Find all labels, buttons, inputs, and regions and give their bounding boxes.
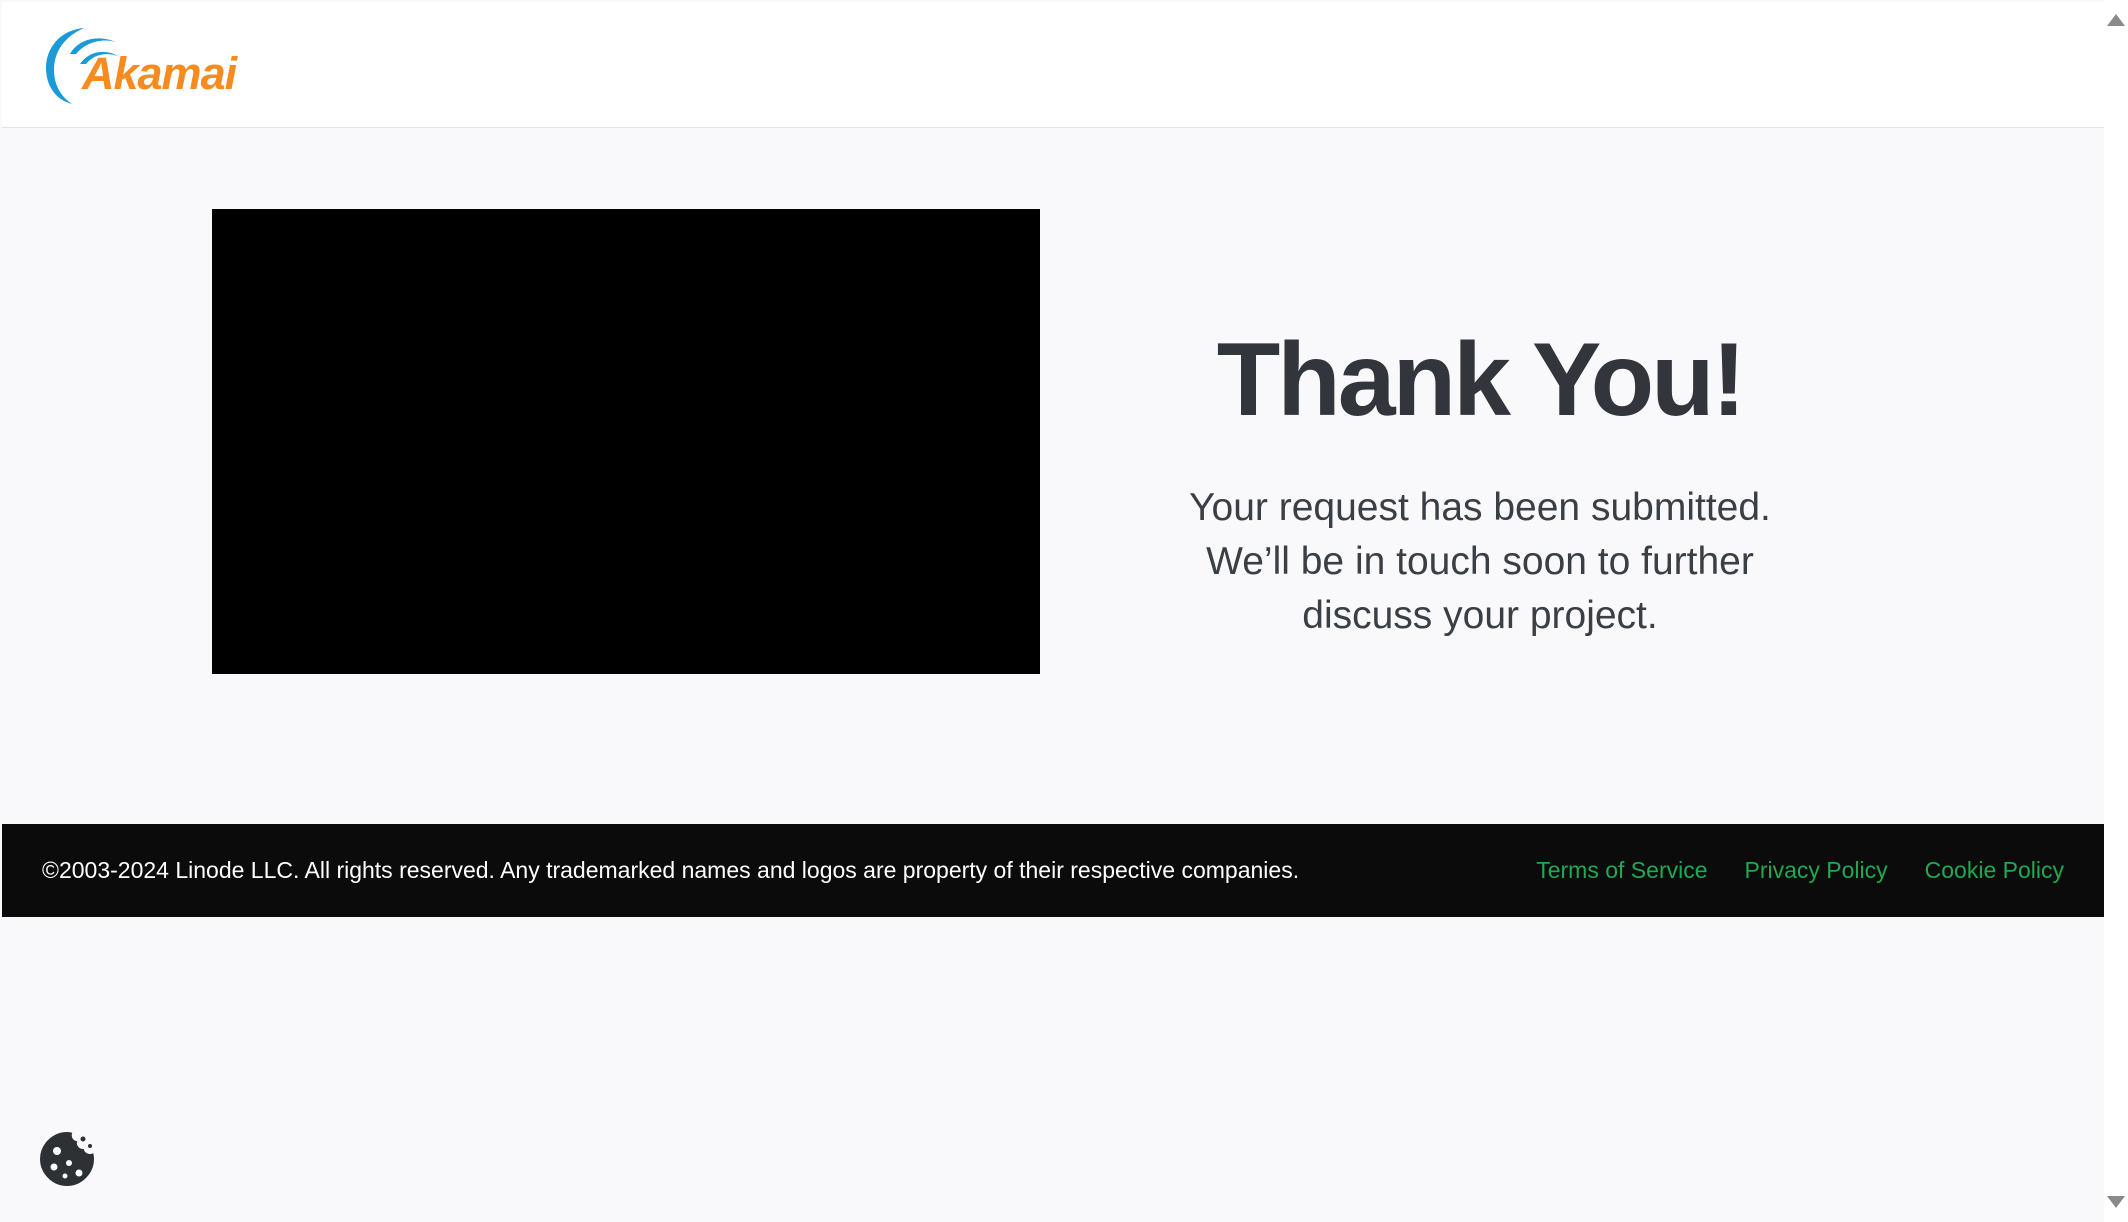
scroll-up-arrow-icon[interactable] <box>2107 14 2125 26</box>
footer-links: Terms of Service Privacy Policy Cookie P… <box>1536 824 2064 917</box>
privacy-policy-link[interactable]: Privacy Policy <box>1745 824 1888 917</box>
cookie-policy-link[interactable]: Cookie Policy <box>1925 824 2064 917</box>
scrollbar[interactable] <box>2104 0 2128 1222</box>
terms-of-service-link[interactable]: Terms of Service <box>1536 824 1707 917</box>
cookie-icon <box>39 1131 95 1187</box>
copyright-text: ©2003-2024 Linode LLC. All rights reserv… <box>42 857 1300 883</box>
thank-you-message: Thank You! Your request has been submitt… <box>1170 307 1790 643</box>
site-footer: ©2003-2024 Linode LLC. All rights reserv… <box>2 824 2104 917</box>
confirmation-text: Your request has been submitted. We’ll b… <box>1189 486 1771 637</box>
media-placeholder <box>212 209 1040 674</box>
page: Akamai Thank You! Your request has been … <box>2 2 2104 1222</box>
site-header: Akamai <box>2 2 2104 128</box>
scroll-down-arrow-icon[interactable] <box>2107 1196 2125 1208</box>
page-title: Thank You! <box>1216 322 1747 438</box>
logo-text: Akamai <box>82 48 237 99</box>
akamai-logo[interactable]: Akamai <box>44 24 244 108</box>
cookie-settings-button[interactable] <box>37 1129 97 1189</box>
